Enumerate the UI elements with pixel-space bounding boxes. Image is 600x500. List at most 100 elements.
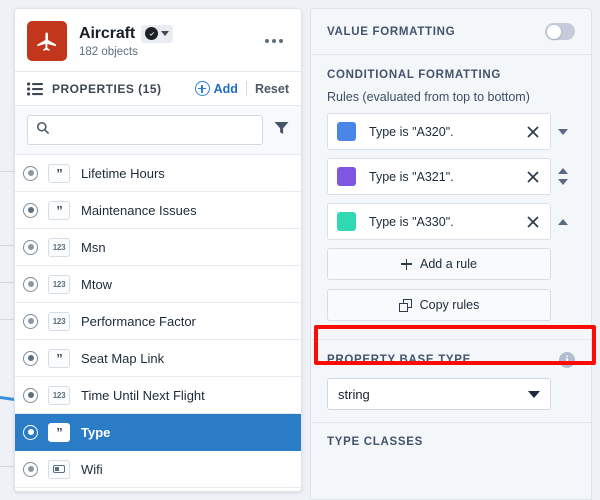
list-item[interactable]: Wifi [15,451,301,488]
property-name: Mtow [81,276,113,292]
move-up-icon[interactable] [558,218,568,225]
plus-circle-icon [194,81,210,96]
add-new-property-row[interactable]: Click to add new property [15,488,301,491]
rule-color-swatch[interactable] [337,122,356,141]
property-base-type-value: string [338,386,370,402]
property-name: Type [81,424,111,440]
rule-row: Type is "A321". [327,158,575,195]
formatting-panel: VALUE FORMATTING CONDITIONAL FORMATTING … [310,8,592,500]
value-formatting-label: VALUE FORMATTING [327,25,456,38]
value-formatting-toggle[interactable] [545,23,575,40]
rule-card[interactable]: Type is "A320". [327,113,551,150]
list-item[interactable]: ” Lifetime Hours [15,155,301,192]
list-item-selected[interactable]: ” Type [15,414,301,451]
divider [245,81,247,96]
page-title: Aircraft [79,24,136,42]
search-input[interactable] [57,123,254,137]
list-item[interactable]: 123 Msn [15,229,301,266]
boolean-type-icon [48,459,70,479]
add-rule-label: Add a rule [420,257,477,271]
rule-text: Type is "A330". [369,214,454,229]
airplane-icon [27,21,67,61]
rule-row: Type is "A320". [327,113,575,150]
visibility-radio-icon[interactable] [23,350,38,366]
type-classes-label: TYPE CLASSES [327,436,423,448]
reset-button[interactable]: Reset [255,82,289,96]
number-type-icon: 123 [48,385,70,405]
number-type-icon: 123 [48,237,70,257]
visibility-radio-icon[interactable] [23,313,38,329]
toggle-knob [546,24,561,39]
visibility-radio-icon[interactable] [23,461,38,477]
close-icon[interactable] [525,124,541,140]
property-name: Wifi [81,461,103,477]
properties-panel: Aircraft 182 objects PROPERTIES (15) Add… [14,8,302,492]
property-name: Seat Map Link [81,350,165,366]
property-name: Time Until Next Flight [81,387,205,403]
add-property-button[interactable]: Add [194,81,238,96]
search-icon [36,121,50,140]
property-name: Performance Factor [81,313,196,329]
string-type-icon: ” [48,348,70,368]
rule-card[interactable]: Type is "A330". [327,203,551,240]
verified-status-dropdown[interactable] [141,24,174,43]
plus-icon [401,258,412,270]
rule-color-swatch[interactable] [337,167,356,186]
rules-subtitle: Rules (evaluated from top to bottom) [327,90,530,104]
app-root: Aircraft 182 objects PROPERTIES (15) Add… [0,0,600,500]
info-icon[interactable]: i [559,352,575,368]
close-icon[interactable] [525,214,541,230]
close-icon[interactable] [525,169,541,185]
visibility-radio-icon[interactable] [23,424,38,440]
number-type-icon: 123 [48,311,70,331]
string-type-icon: ” [48,163,70,183]
visibility-radio-icon[interactable] [23,165,38,181]
list-item[interactable]: 123 Performance Factor [15,303,301,340]
rule-color-swatch[interactable] [337,212,356,231]
copy-icon [398,298,412,312]
rule-text: Type is "A320". [369,124,454,139]
list-item[interactable]: 123 Time Until Next Flight [15,377,301,414]
property-name: Lifetime Hours [81,165,165,181]
conditional-formatting-label: CONDITIONAL FORMATTING [327,69,502,81]
object-count: 182 objects [79,45,138,58]
search-row [15,106,301,155]
filter-icon[interactable] [274,121,289,140]
rule-card[interactable]: Type is "A321". [327,158,551,195]
number-type-icon: 123 [48,274,70,294]
conditional-formatting-section: CONDITIONAL FORMATTING Rules (evaluated … [311,55,591,331]
visibility-radio-icon[interactable] [23,387,38,403]
property-name: Maintenance Issues [81,202,197,218]
object-header: Aircraft 182 objects [15,9,301,72]
property-name: Msn [81,239,106,255]
string-type-icon: ” [48,200,70,220]
object-meta: Aircraft 182 objects [79,24,259,58]
chevron-down-icon [528,390,540,398]
move-down-icon[interactable] [558,128,568,135]
rule-row: Type is "A330". [327,203,575,240]
property-base-type-select[interactable]: string [327,378,551,410]
rule-reorder-controls [551,128,575,135]
copy-rules-button[interactable]: Copy rules [327,289,551,321]
copy-rules-label: Copy rules [419,298,480,312]
add-rule-button[interactable]: Add a rule [327,248,551,280]
list-item[interactable]: 123 Mtow [15,266,301,303]
more-options-icon[interactable] [259,33,289,49]
check-circle-icon [145,27,159,40]
visibility-radio-icon[interactable] [23,239,38,255]
search-box[interactable] [27,115,263,145]
move-down-icon[interactable] [558,179,568,185]
list-item[interactable]: ” Maintenance Issues [15,192,301,229]
rule-reorder-controls [551,218,575,225]
list-icon [27,81,43,96]
type-classes-section: TYPE CLASSES [311,423,591,462]
add-property-label: Add [213,81,238,96]
visibility-radio-icon[interactable] [23,276,38,292]
properties-title: PROPERTIES (15) [52,81,162,96]
rule-reorder-controls [551,168,575,185]
list-item[interactable]: ” Seat Map Link [15,340,301,377]
chevron-down-icon [161,31,170,36]
visibility-radio-icon[interactable] [23,202,38,218]
move-up-icon[interactable] [558,168,568,174]
value-formatting-section: VALUE FORMATTING [311,9,591,54]
